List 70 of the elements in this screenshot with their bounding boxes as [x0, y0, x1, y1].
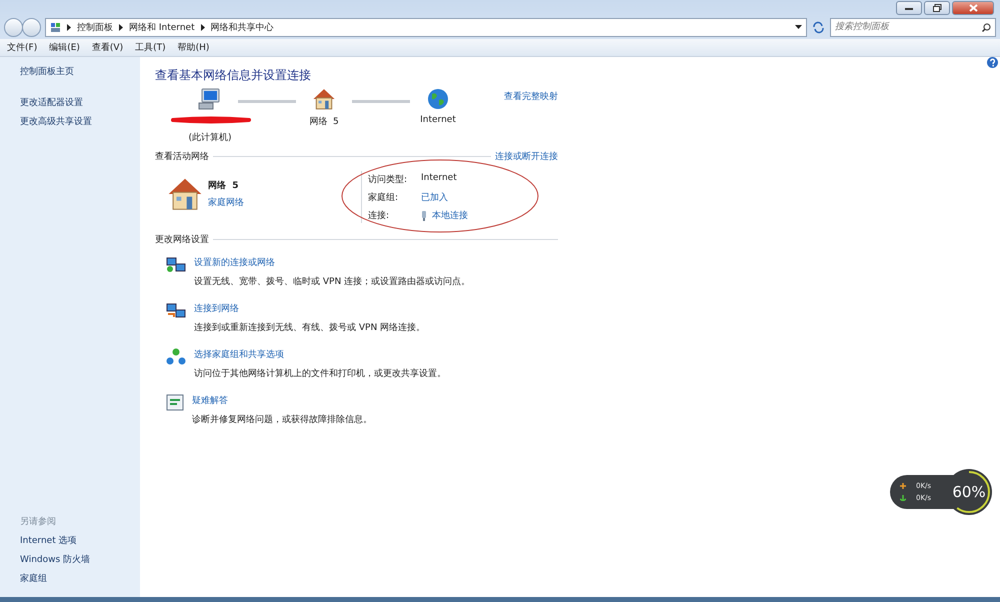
globe-icon	[427, 88, 449, 110]
download-arrow-icon	[900, 495, 906, 501]
node-label: (此计算机)	[188, 132, 232, 144]
see-also-heading: 另请参阅	[20, 516, 57, 528]
property-link[interactable]: 本地连接	[432, 209, 468, 222]
section-heading: 更改网络设置	[155, 234, 209, 246]
homegroup-icon	[166, 348, 186, 366]
page-title: 查看基本网络信息并设置连接	[155, 67, 312, 84]
usage-reading: 60%	[951, 482, 987, 503]
connect-link[interactable]: 连接或断开连接	[495, 150, 558, 163]
sidebar-link[interactable]: 更改适配器设置	[20, 96, 140, 109]
network-computers-icon	[166, 256, 186, 274]
sidebar-link[interactable]: 更改高级共享设置	[20, 115, 140, 128]
task-link[interactable]: 疑难解答	[192, 394, 372, 407]
breadcrumb-arrow-icon[interactable]	[200, 24, 205, 30]
task-description: 设置无线、宽带、拨号、临时或 VPN 连接；或设置路由器或访问点。	[194, 276, 470, 288]
forward-button[interactable]	[22, 18, 41, 36]
connection-line	[238, 100, 296, 103]
task-link[interactable]: 设置新的连接或网络	[194, 256, 470, 269]
troubleshoot-icon	[166, 394, 184, 411]
breadcrumb[interactable]: 网络和共享中心	[210, 20, 274, 34]
property-label: 家庭组:	[368, 192, 400, 204]
control-panel-icon	[50, 22, 61, 32]
sidebar-link[interactable]: 家庭组	[20, 572, 140, 585]
property-label: 访问类型:	[368, 174, 408, 186]
restore-icon	[932, 4, 942, 12]
restore-button[interactable]	[924, 1, 950, 15]
help-icon[interactable]	[987, 57, 998, 68]
back-button[interactable]	[4, 18, 23, 36]
sidebar-link[interactable]: Internet 选项	[20, 534, 140, 547]
breadcrumb-arrow-icon[interactable]	[67, 24, 71, 30]
task-description: 连接到或重新连接到无线、有线、拨号或 VPN 网络连接。	[194, 322, 426, 334]
minimize-icon	[905, 6, 913, 10]
task-description: 诊断并修复网络问题，或获得故障排除信息。	[192, 414, 372, 426]
property-link[interactable]: 已加入	[421, 191, 468, 204]
node-label: 网络 5	[309, 116, 339, 128]
task-link[interactable]: 连接到网络	[194, 302, 426, 315]
sidebar-link[interactable]: 控制面板主页	[20, 65, 140, 78]
property-label: 连接:	[368, 210, 390, 222]
house-icon	[168, 177, 202, 211]
section-heading: 查看活动网络	[155, 150, 209, 163]
property-value: Internet	[421, 173, 458, 185]
menu-item[interactable]: 帮助(H)	[178, 41, 210, 54]
close-icon	[968, 4, 978, 12]
network-type-link[interactable]: 家庭网络	[208, 196, 244, 209]
task-link[interactable]: 选择家庭组和共享选项	[194, 348, 446, 361]
dropdown-icon[interactable]	[795, 25, 802, 29]
search-icon	[982, 22, 991, 32]
menu-item[interactable]: 查看(V)	[92, 41, 124, 54]
node-label: Internet	[420, 115, 456, 125]
map-link[interactable]: 查看完整映射	[504, 90, 558, 103]
house-icon	[313, 88, 335, 110]
network-name: 网络 5	[208, 180, 240, 192]
refresh-icon[interactable]	[811, 20, 826, 34]
sidebar-link[interactable]: Windows 防火墙	[20, 553, 140, 566]
close-button[interactable]	[952, 1, 994, 15]
search-field[interactable]: 搜索控制面板	[830, 18, 996, 36]
task-description: 访问位于其他网络计算机上的文件和打印机，或更改共享设置。	[194, 368, 446, 380]
computer-icon	[198, 88, 222, 110]
connection-line	[352, 100, 410, 103]
network-adapter-icon	[421, 210, 427, 220]
minimize-button[interactable]	[896, 1, 922, 15]
address-bar[interactable]: 控制面板 网络和 Internet 网络和共享中心	[45, 18, 807, 36]
network-computers-icon	[166, 302, 186, 320]
breadcrumb[interactable]: 网络和 Internet	[129, 20, 195, 34]
menu-item[interactable]: 编辑(E)	[49, 41, 80, 54]
menu-item[interactable]: 工具(T)	[135, 41, 166, 54]
menu-item[interactable]: 文件(F)	[7, 41, 38, 54]
breadcrumb-arrow-icon[interactable]	[119, 24, 123, 30]
breadcrumb[interactable]: 控制面板	[77, 20, 113, 34]
